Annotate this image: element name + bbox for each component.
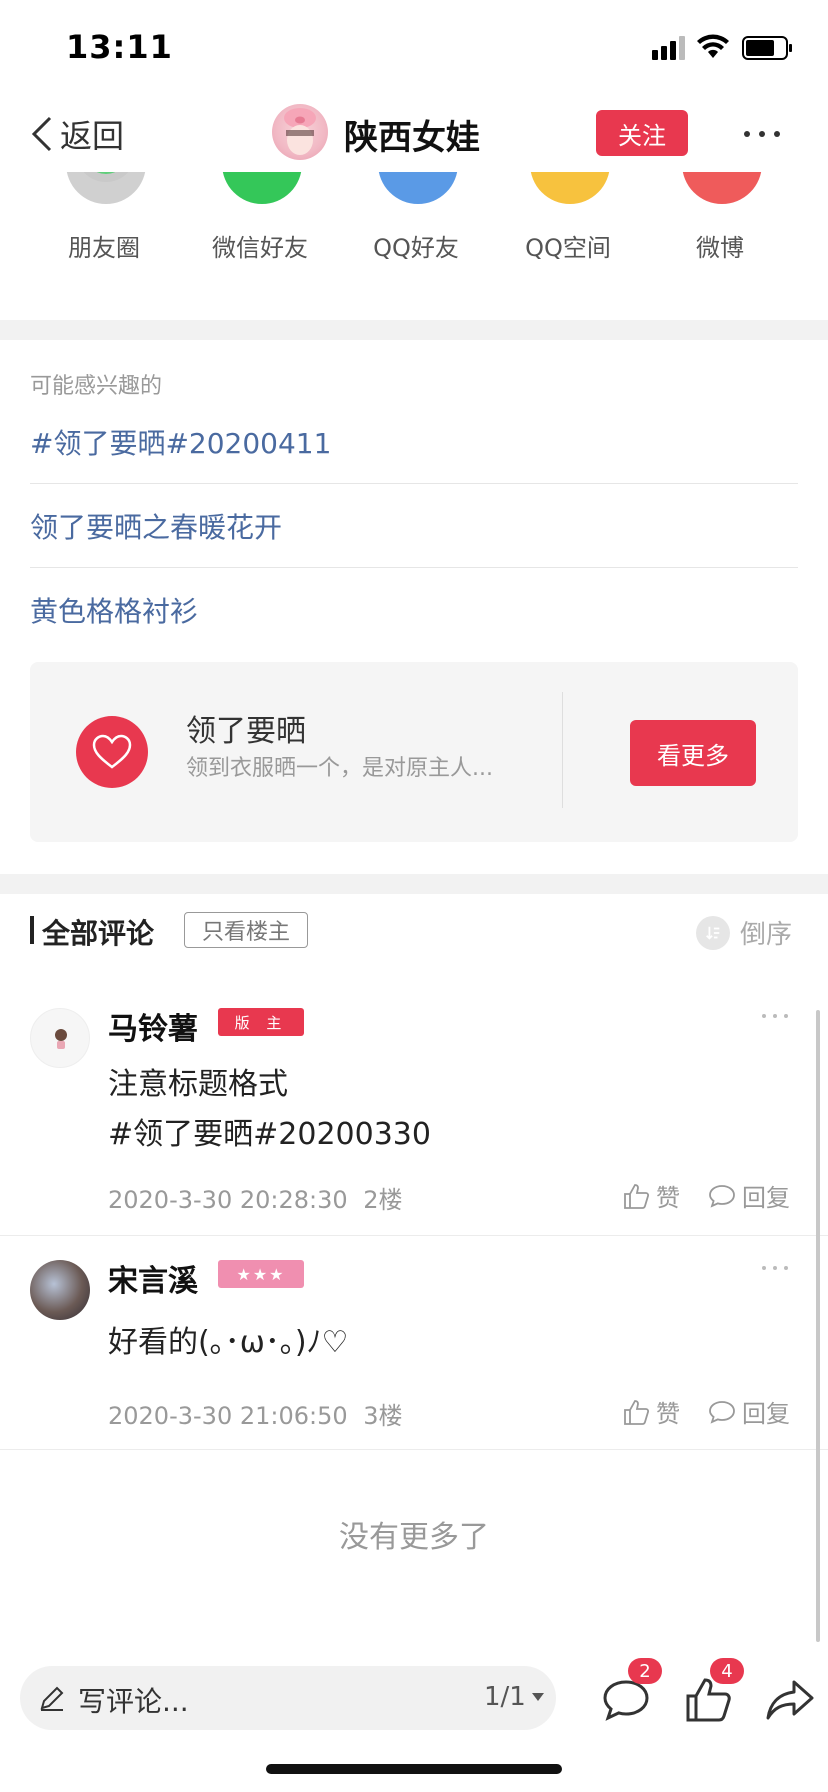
nav-bar: 返回 陕西女娃 关注: [0, 96, 828, 172]
commenter-name[interactable]: 宋言溪: [108, 1256, 198, 1300]
bottom-bar: 写评论... 1/1 2 4: [0, 1650, 828, 1792]
reply-button[interactable]: 回复: [708, 1178, 790, 1213]
share-label: QQ好友: [373, 234, 459, 262]
follow-button[interactable]: 关注: [596, 110, 688, 156]
comment-text: 注意标题格式 #领了要晒#20200330: [108, 1060, 431, 1160]
share-label: 朋友圈: [68, 234, 140, 262]
thumbs-up-icon: [624, 1183, 650, 1209]
comment-bubble-icon: [709, 1184, 735, 1208]
comment-time: 2020-3-30 21:06:50: [108, 1402, 348, 1430]
sort-label: 倒序: [740, 920, 793, 950]
more-dot-icon: [744, 131, 750, 137]
wifi-icon: [697, 34, 729, 58]
comment-time: 2020-3-30 20:28:30: [108, 1186, 348, 1214]
page-title: 陕西女娃: [344, 118, 480, 158]
section-marker: [30, 916, 34, 944]
sort-icon: [696, 915, 730, 950]
like-label: 赞: [656, 1400, 680, 1428]
caret-down-icon: [531, 1693, 544, 1701]
back-label: 返回: [60, 117, 125, 155]
interest-heading: 可能感兴趣的: [30, 374, 163, 399]
comment-more-button[interactable]: [762, 1266, 788, 1270]
status-time: 13:11: [66, 28, 173, 66]
heart-icon: [76, 716, 148, 788]
author-avatar[interactable]: [272, 104, 328, 160]
commenter-avatar[interactable]: [30, 1260, 90, 1320]
comment-line: 好看的(｡･ω･｡)ﾉ♡: [108, 1325, 349, 1360]
like-label: 赞: [656, 1184, 680, 1212]
pig-hat-avatar-icon: [284, 108, 316, 155]
pen-icon: [40, 1686, 64, 1711]
card-divider: [562, 692, 563, 808]
comment-line: #领了要晒#20200330: [108, 1117, 431, 1152]
scrollbar[interactable]: [816, 1010, 820, 1642]
dot-icon: [773, 1014, 777, 1018]
comment-item: 马铃薯 版 主 注意标题格式 #领了要晒#20200330 2020-3-30 …: [0, 984, 828, 1236]
reply-label: 回复: [742, 1184, 790, 1212]
star-level-badge: ★★★: [218, 1260, 304, 1288]
comment-item: 宋言溪 ★★★ 好看的(｡･ω･｡)ﾉ♡ 2020-3-30 21:06:50 …: [0, 1236, 828, 1450]
comment-more-button[interactable]: [762, 1014, 788, 1018]
signal-icon: [652, 36, 685, 60]
status-bar: 13:11: [0, 0, 828, 96]
see-more-button[interactable]: 看更多: [630, 720, 756, 786]
like-button[interactable]: 赞: [622, 1178, 680, 1213]
reply-label: 回复: [742, 1400, 790, 1428]
more-dot-icon: [774, 131, 780, 137]
reply-button[interactable]: 回复: [708, 1394, 790, 1429]
thumbs-up-icon: [624, 1399, 650, 1425]
topic-link[interactable]: 黄色格格衬衫: [30, 568, 798, 652]
only-op-button[interactable]: 只看楼主: [184, 912, 308, 948]
like-button[interactable]: 赞: [622, 1394, 680, 1429]
share-label: QQ空间: [525, 234, 611, 262]
more-dot-icon: [759, 131, 765, 137]
chevron-left-icon: [31, 116, 52, 152]
card-description: 领到衣服晒一个，是对原主人...: [186, 756, 493, 781]
section-divider: [0, 874, 828, 894]
page-selector[interactable]: 1/1: [484, 1682, 544, 1712]
battery-icon: [742, 36, 792, 60]
dot-icon: [773, 1266, 777, 1270]
no-more-text: 没有更多了: [339, 1520, 489, 1555]
comment-placeholder: 写评论...: [78, 1685, 189, 1718]
dot-icon: [784, 1266, 788, 1270]
comment-floor: 3楼: [363, 1402, 403, 1430]
share-icon[interactable]: [764, 1674, 816, 1726]
comment-bubble-icon: [709, 1400, 735, 1424]
dot-icon: [762, 1014, 766, 1018]
comments-header: 全部评论 只看楼主 倒序: [0, 896, 828, 968]
commenter-name[interactable]: 马铃薯: [108, 1004, 198, 1048]
back-button[interactable]: 返回: [30, 112, 124, 156]
dot-icon: [784, 1014, 788, 1018]
comments-title: 全部评论: [42, 917, 155, 950]
home-indicator: [266, 1764, 562, 1774]
like-count-badge: 4: [710, 1658, 744, 1684]
sort-order-button[interactable]: 倒序: [696, 914, 792, 951]
topic-link[interactable]: #领了要晒#20200411: [30, 400, 798, 484]
topic-link[interactable]: 领了要晒之春暖花开: [30, 484, 798, 568]
more-options-button[interactable]: [744, 116, 780, 152]
card-title: 领了要晒: [186, 714, 306, 749]
topic-card[interactable]: 领了要晒 领到衣服晒一个，是对原主人... 看更多: [30, 662, 798, 842]
share-label: 微博: [696, 234, 744, 262]
comment-floor: 2楼: [363, 1186, 403, 1214]
section-divider: [0, 320, 828, 340]
comment-meta: 2020-3-30 21:06:50 3楼: [108, 1396, 403, 1431]
page-indicator: 1/1: [484, 1682, 526, 1712]
comment-input[interactable]: 写评论... 1/1: [20, 1666, 556, 1730]
comment-line: 注意标题格式: [108, 1067, 288, 1102]
comment-meta: 2020-3-30 20:28:30 2楼: [108, 1180, 403, 1215]
comment-text: 好看的(｡･ω･｡)ﾉ♡: [108, 1318, 348, 1368]
share-label: 微信好友: [212, 234, 308, 262]
commenter-avatar[interactable]: [30, 1008, 90, 1068]
moderator-badge: 版 主: [218, 1008, 304, 1036]
dot-icon: [762, 1266, 766, 1270]
comment-count-badge: 2: [628, 1658, 662, 1684]
